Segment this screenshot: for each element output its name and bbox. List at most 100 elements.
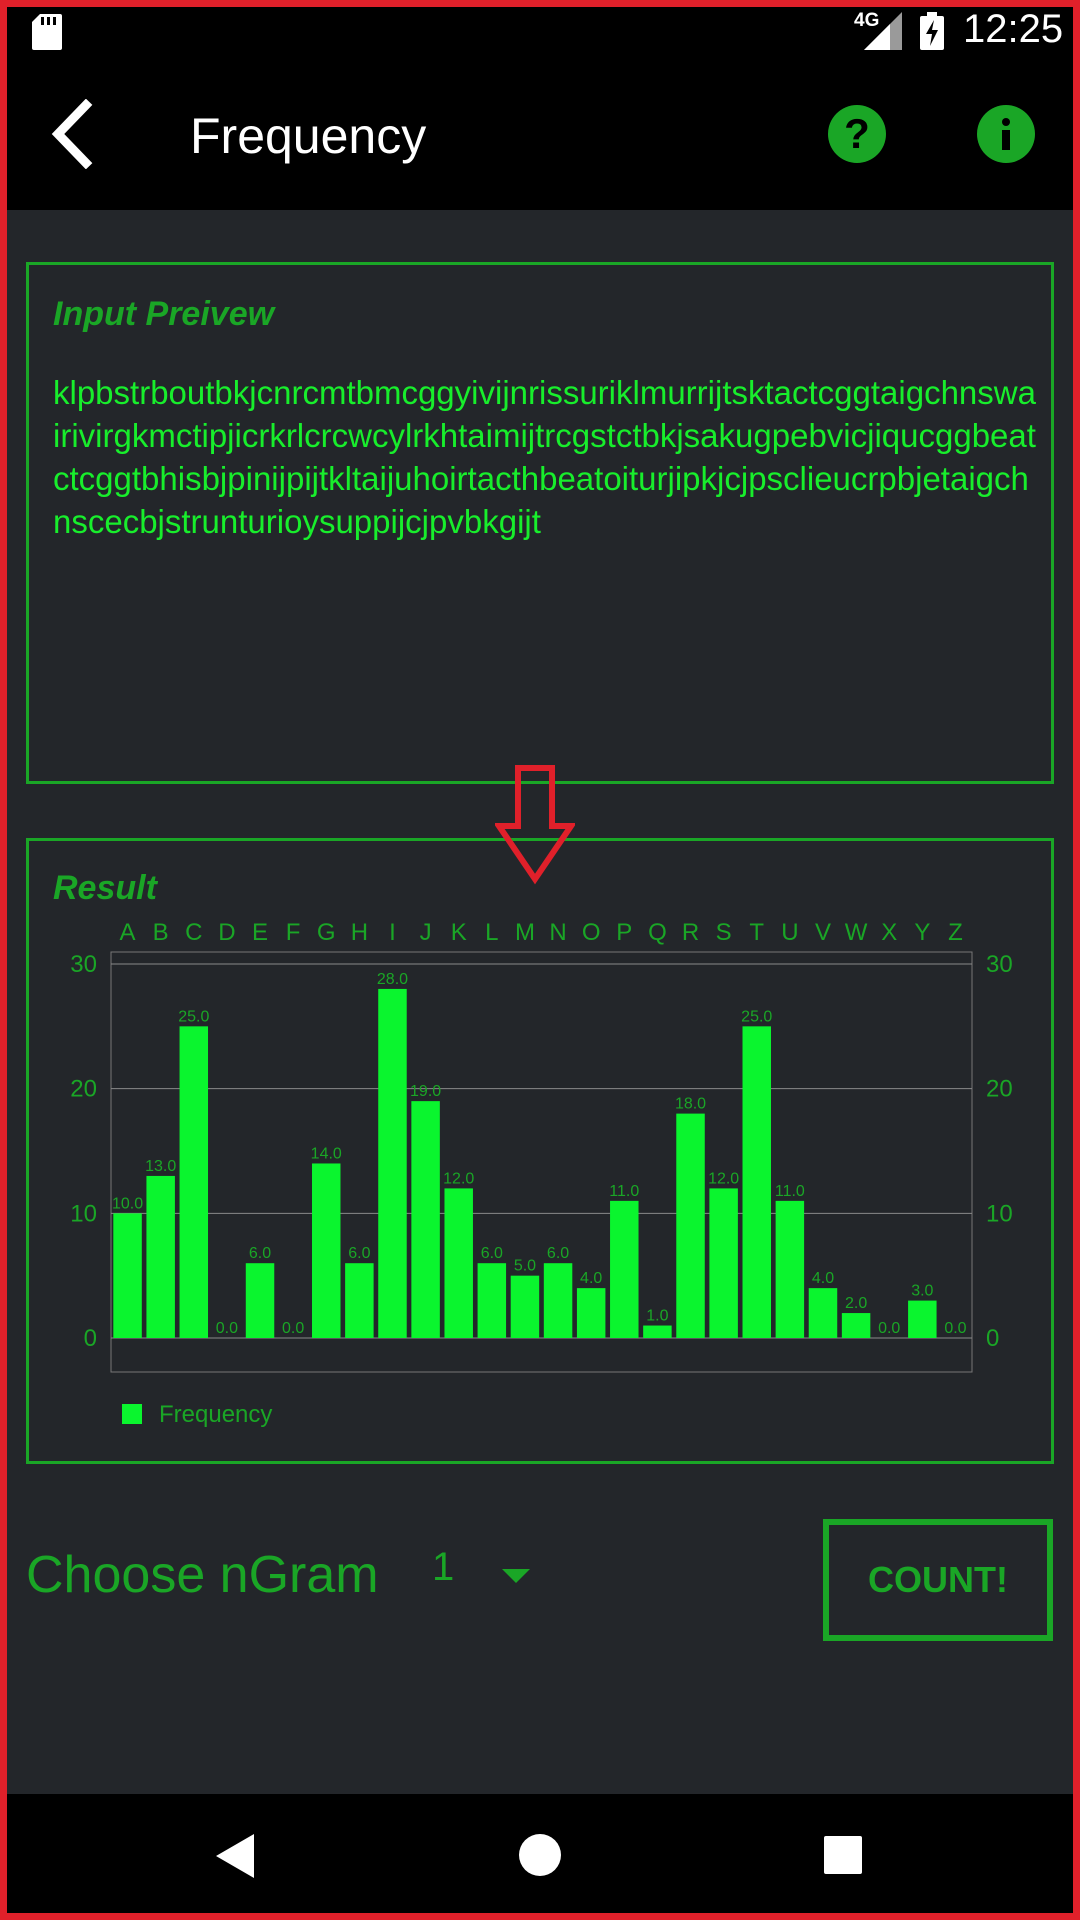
x-tick-label: C [185,919,202,946]
value-label: 0.0 [282,1320,304,1337]
back-icon[interactable] [48,99,96,169]
value-label: 1.0 [646,1308,668,1325]
bar-i [378,988,407,1338]
legend-swatch [122,1404,142,1424]
x-tick-label: S [716,919,732,946]
y-tick-label-right: 30 [986,951,1013,978]
x-tick-label: B [153,919,169,946]
bar-u [775,1200,805,1338]
value-label: 6.0 [348,1245,370,1262]
value-label: 13.0 [145,1158,176,1175]
bar-k [444,1188,473,1338]
value-label: 28.0 [377,971,408,988]
value-label: 19.0 [410,1083,441,1100]
bar-o [576,1288,606,1338]
value-label: 12.0 [708,1170,739,1187]
count-button[interactable]: COUNT! [823,1519,1053,1641]
value-label: 0.0 [216,1320,238,1337]
help-icon[interactable]: ? [828,105,886,163]
input-preview-text: klpbstrboutbkjcnrcmtbmcggyivijnrissurikl… [53,374,1036,540]
navigation-bar [0,1794,1080,1920]
value-label: 2.0 [845,1295,867,1312]
y-tick-label-right: 20 [986,1076,1013,1103]
value-label: 11.0 [609,1183,639,1200]
value-label: 4.0 [580,1270,602,1287]
bar-w [841,1313,871,1338]
dropdown-arrow-icon [502,1569,530,1583]
bar-r [676,1113,705,1338]
value-label: 4.0 [812,1270,834,1287]
x-tick-label: N [549,919,566,946]
y-tick-label-left: 20 [70,1076,97,1103]
bar-g [312,1163,341,1338]
ngram-value: 1 [432,1545,455,1589]
battery-charging-icon [920,12,944,50]
value-label: 25.0 [178,1008,209,1025]
x-tick-label: T [749,919,764,946]
value-label: 5.0 [514,1258,536,1275]
value-label: 18.0 [675,1096,706,1113]
ngram-select[interactable]: 1 [426,1545,546,1605]
y-tick-label-right: 0 [986,1325,999,1352]
y-tick-label-left: 10 [70,1200,97,1227]
signal-icon [864,12,902,50]
value-label: 3.0 [911,1283,933,1300]
bar-j [411,1101,440,1338]
x-tick-label: U [781,919,798,946]
legend-label: Frequency [159,1401,272,1428]
x-tick-label: R [682,919,699,946]
value-label: 10.0 [112,1195,143,1212]
x-tick-label: G [317,919,336,946]
value-label: 0.0 [878,1320,900,1337]
y-tick-label-left: 30 [70,951,97,978]
x-tick-label: L [485,919,498,946]
x-tick-label: W [845,919,868,946]
bar-t [742,1026,771,1338]
value-label: 6.0 [547,1245,569,1262]
y-tick-label-right: 10 [986,1200,1013,1227]
frequency-chart: 0 0 10 10 20 20 30 30 10.0 A 13.0 B 25.0 C 0.0 D 6.0 E 0.0… [70,919,1013,1428]
nav-home-icon[interactable] [519,1834,561,1876]
help-glyph: ? [844,110,870,157]
x-tick-label: I [389,919,396,946]
bar-p [610,1200,639,1338]
down-arrow-icon [495,765,575,885]
value-label: 14.0 [311,1145,342,1162]
bar-y [908,1300,937,1338]
input-preview-panel: Input Preivew klpbstrboutbkjcnrcmtbmcggy… [26,262,1054,784]
x-tick-label: O [582,919,601,946]
bar-m [510,1275,540,1338]
value-label: 25.0 [741,1008,772,1025]
input-preview-label: Input Preivew [53,295,275,333]
page-title: Frequency [190,108,427,164]
bar-s [709,1188,738,1338]
x-tick-label: K [451,919,467,946]
bar-b [146,1175,175,1338]
value-label: 6.0 [481,1245,503,1262]
x-tick-label: Q [648,919,667,946]
x-tick-label: X [881,919,897,946]
x-tick-label: M [515,919,535,946]
x-tick-label: P [616,919,632,946]
value-label: 12.0 [443,1170,474,1187]
bar-q [643,1325,672,1338]
sd-card-icon [32,14,62,50]
x-tick-label: Y [914,919,930,946]
x-tick-label: D [218,919,235,946]
nav-recents-icon[interactable] [824,1836,862,1874]
plot-area [110,951,973,1373]
value-label: 6.0 [249,1245,271,1262]
nav-back-icon[interactable] [216,1834,254,1878]
x-tick-label: F [286,919,301,946]
app-bar: Frequency ? [0,63,1080,210]
bar-c [179,1026,209,1338]
status-bar: 4G 12:25 [0,0,1080,63]
x-tick-label: E [252,919,268,946]
result-panel: Result 0 0 10 10 20 20 30 30 10.0 A 13.0 B 25.0 C 0.0 D… [26,838,1054,1464]
x-tick-label: V [815,919,831,946]
bar-v [808,1288,838,1338]
bar-n [543,1263,573,1338]
value-label: 11.0 [775,1183,805,1200]
x-tick-label: J [420,919,432,946]
info-icon[interactable] [977,105,1035,163]
